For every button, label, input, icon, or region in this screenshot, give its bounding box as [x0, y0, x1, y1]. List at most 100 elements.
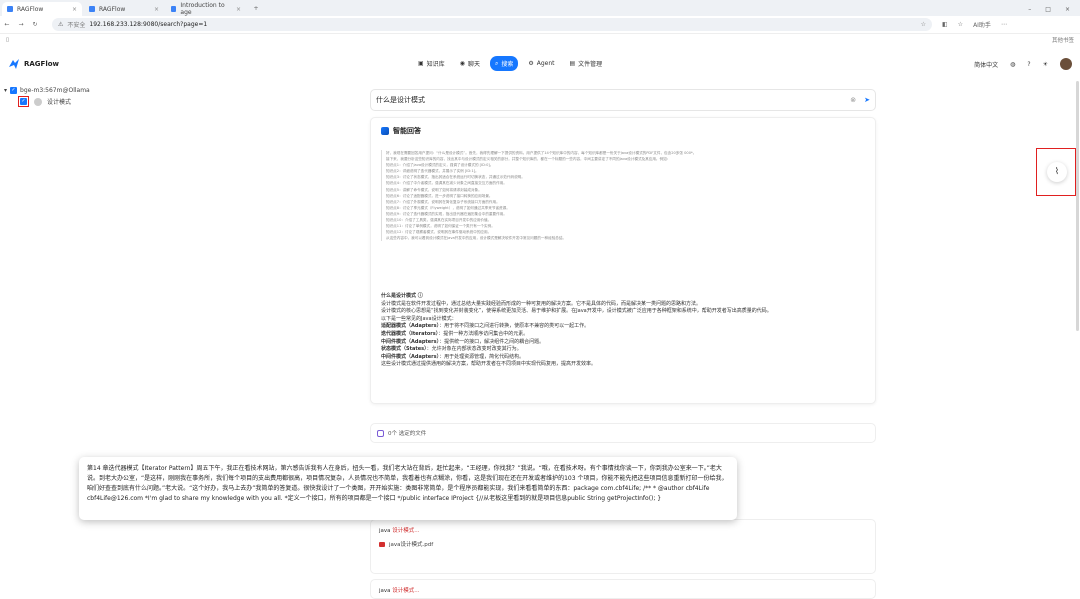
answer-closing: 这些设计模式通过提供通用的解决方案，帮助开发者在不同项目中实现代码复用，提高开发… [381, 361, 597, 368]
favorites-icon[interactable]: ☆ [958, 21, 963, 28]
search-icon: ⌕ [494, 59, 499, 67]
answer-item-desc: ：用于将不同接口之间进行转换，使原本不兼容的类可以一起工作。 [439, 323, 590, 330]
close-icon[interactable]: × [72, 6, 77, 13]
paperclip-icon[interactable]: ⌇ [1047, 162, 1067, 182]
main-nav: ▣ 知识库 ◉ 聊天 ⌕ 搜索 ⚙ Agent ▤ 文件管理 [413, 56, 607, 71]
browser-tab-0[interactable]: RAGFlow × [2, 2, 82, 16]
browser-toolbar-right: ◧ ☆ AI助手 ⋯ [942, 20, 1007, 29]
kb-tree-node[interactable]: ▾ ✓ bge-m3:567m@Ollama [4, 87, 90, 94]
answer-item: 状态模式（States）：允许对象在内部状态改变时改变其行为。 [381, 346, 867, 354]
result-file-name[interactable]: java设计模式.pdf [389, 540, 433, 548]
answer-item-desc: ：提供统一的接口，解决组件之间的耦合问题。 [439, 338, 545, 345]
agent-icon: ⚙ [528, 60, 534, 67]
result-highlight: 设计模式... [392, 528, 420, 534]
other-bookmarks[interactable]: 其他书签 [1052, 36, 1074, 44]
answer-title: 智能回答 [381, 126, 421, 136]
url-text[interactable]: 192.168.233.128:9080/search?page=1 [89, 21, 207, 28]
nav-label: 文件管理 [578, 61, 603, 68]
help-icon[interactable]: ? [1027, 61, 1030, 68]
ai-answer-icon [381, 127, 389, 135]
answer-item-name: 中间件模式（Adapters） [381, 338, 440, 345]
search-result-card[interactable]: java 设计模式... java设计模式.pdf [370, 519, 876, 574]
book-icon: ▣ [418, 60, 424, 67]
ragflow-favicon-icon [7, 6, 13, 12]
folder-icon: ▤ [569, 60, 576, 67]
more-icon[interactable]: ⋯ [1001, 21, 1007, 28]
answer-heading: 什么是设计模式 ⓘ [381, 293, 867, 301]
scrollbar[interactable] [1076, 81, 1079, 331]
nav-search[interactable]: ⌕ 搜索 [489, 56, 519, 71]
reload-icon[interactable]: ↻ [28, 21, 42, 28]
selected-files-label: 0个 选定的文件 [388, 431, 427, 437]
browser-tab-label: RAGFlow [17, 5, 44, 13]
browser-tab-2[interactable]: Introduction to age × [166, 2, 246, 16]
new-tab-button[interactable]: + [250, 3, 262, 15]
chat-icon: ◉ [459, 60, 465, 67]
result-snippet: java 设计模式... [379, 526, 867, 534]
avatar[interactable] [1060, 58, 1072, 70]
search-result-card[interactable]: java 设计模式... [370, 579, 876, 599]
doc-checkbox[interactable]: ✓ [20, 98, 27, 105]
nav-file-management[interactable]: ▤ 文件管理 [565, 56, 608, 71]
nav-label: 知识库 [426, 61, 445, 68]
github-icon[interactable]: ◍ [1010, 61, 1015, 68]
browser-tabstrip: RAGFlow × RAGFlow × Introduction to age … [0, 0, 1080, 16]
doc-tree-node[interactable]: ✓ 设计模式 [18, 96, 71, 107]
answer-title-text: 智能回答 [393, 127, 421, 135]
window-close-icon[interactable]: × [1065, 6, 1070, 13]
minimize-icon[interactable]: – [1028, 6, 1031, 13]
answer-item-desc: ：允许对象在内部状态改变时改变其行为。 [426, 346, 522, 353]
back-icon[interactable]: ← [0, 21, 14, 28]
chunk-preview-tooltip: 第14 章迭代器模式【Iterator Pattern】周五下午，我正在看技术网… [79, 457, 737, 520]
answer-item-desc: ：用于处理资源管理，简化代码结构。 [439, 353, 525, 360]
browser-tab-1[interactable]: RAGFlow × [84, 2, 164, 16]
answer-heading-text: 什么是设计模式 [381, 293, 417, 299]
answer-item: 适配器模式（Adapters）：用于将不同接口之间进行转换，使原本不兼容的类可以… [381, 323, 867, 331]
doc-name: 设计模式 [47, 99, 72, 106]
result-file[interactable]: java设计模式.pdf [379, 540, 867, 548]
nav-chat[interactable]: ◉ 聊天 [455, 56, 485, 71]
result-prefix: java [379, 528, 391, 534]
header-right: 简体中文 ◍ ? ☀ [974, 58, 1072, 70]
extensions-icon[interactable]: ◧ [942, 21, 948, 28]
window-controls: – □ × [1028, 2, 1080, 16]
language-select[interactable]: 简体中文 [974, 60, 998, 69]
clear-icon[interactable]: ⊗ [850, 96, 856, 104]
answer-paragraph: 设计模式的核心思想是“找到变化并封装变化”，使得系统更加灵活、易于维护和扩展。在… [381, 308, 772, 315]
kb-name: bge-m3:567m@Ollama [20, 87, 90, 94]
ragflow-logo-icon [9, 59, 19, 69]
answer-item-name: 中间件模式（Adapters） [381, 353, 440, 360]
close-icon[interactable]: × [154, 6, 159, 13]
url-field[interactable]: ⚠ 不安全 192.168.233.128:9080/search?page=1… [52, 18, 932, 31]
answer-item-desc: ：提供一种方法顺序访问集合中的元素。 [438, 330, 529, 337]
answer-item-name: 状态模式（States） [381, 346, 427, 353]
doc-status-icon [34, 97, 42, 106]
info-icon[interactable]: ⓘ [418, 293, 423, 299]
doc-checkbox-highlight: ✓ [18, 96, 29, 107]
browser-tab-label: RAGFlow [99, 5, 126, 13]
answer-body: 什么是设计模式 ⓘ 设计模式是在软件开发过程中，通过总结大量实践经验而形成的一种… [381, 293, 867, 369]
maximize-icon[interactable]: □ [1045, 6, 1051, 13]
selected-files-bar[interactable]: 0个 选定的文件 [370, 423, 876, 443]
caret-down-icon[interactable]: ▾ [4, 87, 7, 94]
kb-checkbox[interactable]: ✓ [10, 87, 18, 94]
search-query[interactable]: 什么是设计模式 [376, 95, 425, 105]
warning-icon: ⚠ [58, 21, 64, 28]
theme-toggle-icon[interactable]: ☀ [1043, 61, 1048, 68]
forward-icon[interactable]: → [14, 21, 28, 28]
address-bar-row: ← → ↻ ⚠ 不安全 192.168.233.128:9080/search?… [0, 16, 1080, 34]
ragflow-favicon-icon [171, 6, 177, 12]
answer-item-name: 适配器模式（Adapters） [381, 323, 440, 330]
close-icon[interactable]: × [236, 6, 241, 13]
bookmarks-bar: ▯ 其他书签 [0, 34, 1080, 46]
collapse-icon[interactable] [377, 429, 384, 437]
ai-assistant-button[interactable]: AI助手 [973, 20, 991, 29]
nav-agent[interactable]: ⚙ Agent [523, 56, 559, 71]
star-icon[interactable]: ☆ [921, 21, 926, 28]
search-input[interactable]: 什么是设计模式 ⊗ ➤ [370, 89, 876, 111]
send-icon[interactable]: ➤ [864, 96, 870, 104]
ragflow-favicon-icon [89, 6, 95, 12]
nav-knowledge-base[interactable]: ▣ 知识库 [413, 56, 450, 71]
nav-label: 搜索 [501, 61, 514, 68]
bookmark-icon[interactable]: ▯ [6, 37, 9, 43]
